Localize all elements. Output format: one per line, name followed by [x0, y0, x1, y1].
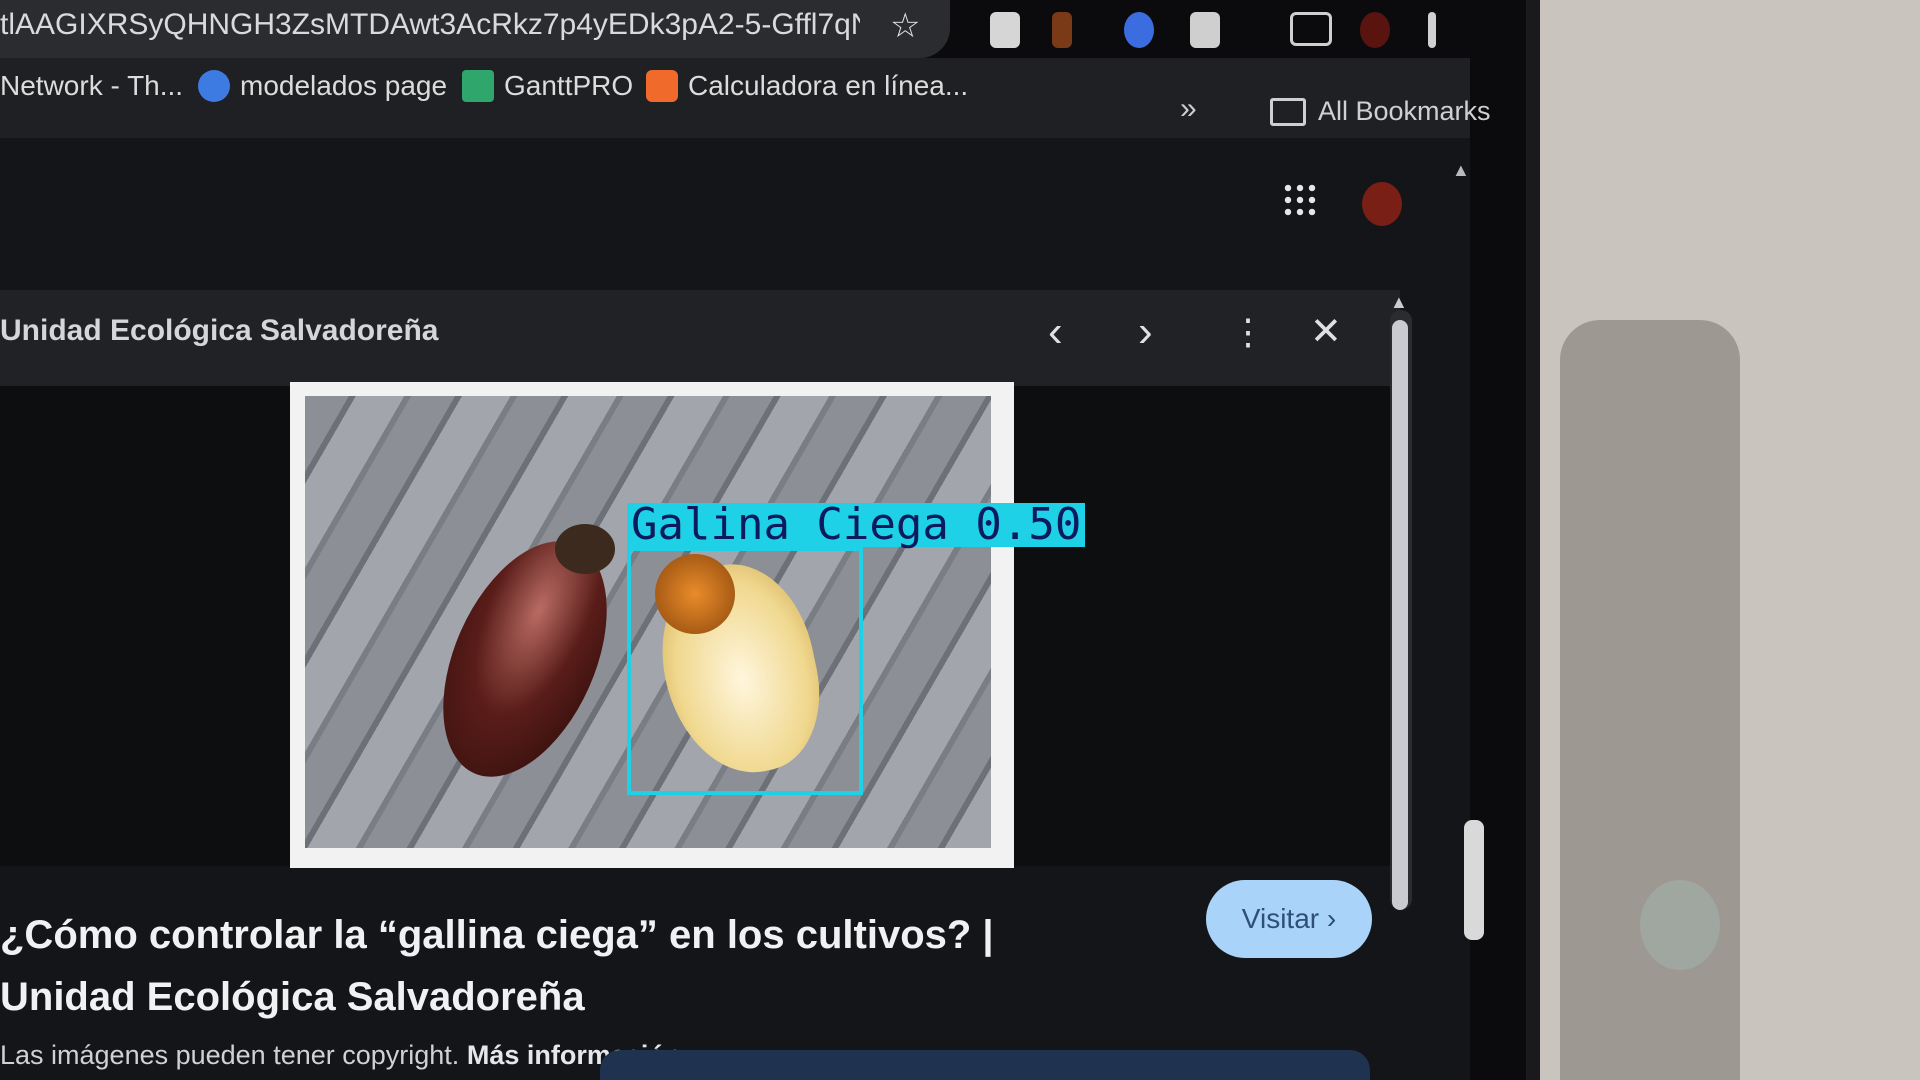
- result-caption[interactable]: ¿Cómo controlar la “gallina ciega” en lo…: [0, 904, 1020, 1028]
- wall-shadow: [1560, 320, 1740, 1080]
- globe-icon: [198, 70, 230, 102]
- ganttpro-icon: [462, 70, 494, 102]
- visit-button[interactable]: Visitar ›: [1206, 880, 1372, 958]
- viewer-scrollbar-thumb[interactable]: [1392, 320, 1408, 910]
- profile-icon[interactable]: [1360, 12, 1390, 48]
- extensions-puzzle-icon[interactable]: [1190, 12, 1220, 48]
- google-apps-icon[interactable]: [1282, 182, 1318, 218]
- calculator-icon: [646, 70, 678, 102]
- close-icon[interactable]: ✕: [1310, 308, 1342, 356]
- page-scrollbar-thumb[interactable]: [1464, 820, 1484, 940]
- wall-reflection: [1640, 880, 1720, 970]
- bookmark-item[interactable]: modelados page: [198, 70, 447, 102]
- copyright-text: Las imágenes pueden tener copyright.: [0, 1040, 460, 1070]
- url-text[interactable]: tlAAGIXRSyQHNGH3ZsMTDAwt3AcRkz7p4yEDk3pA…: [0, 8, 860, 42]
- bookmarks-overflow-icon[interactable]: »: [1180, 92, 1197, 126]
- folder-icon: [1270, 97, 1306, 126]
- detection-label: Galina Ciega 0.50: [627, 503, 1086, 547]
- extension-icon-1[interactable]: [990, 12, 1020, 48]
- next-icon[interactable]: ›: [1138, 308, 1153, 356]
- bottom-panel-edge: [600, 1050, 1370, 1080]
- page-scroll-up-icon[interactable]: ▲: [1452, 160, 1470, 181]
- beetle-head-shape: [555, 524, 615, 574]
- copyright-notice: Las imágenes pueden tener copyright. Más…: [0, 1040, 681, 1071]
- bookmark-label: Network - Th...: [0, 70, 184, 101]
- bookmark-label: Calculadora en línea...: [688, 70, 969, 101]
- extension-icon-2[interactable]: [1052, 12, 1072, 48]
- bookmark-label: modelados page: [240, 70, 448, 101]
- bookmark-star-icon[interactable]: ☆: [890, 6, 920, 46]
- avatar[interactable]: [1362, 182, 1402, 226]
- previous-icon[interactable]: ‹: [1048, 308, 1063, 356]
- chrome-menu-icon[interactable]: [1428, 12, 1436, 48]
- detection-bounding-box: [627, 547, 863, 795]
- bookmark-item[interactable]: GanttPRO: [462, 70, 633, 102]
- address-bar[interactable]: tlAAGIXRSyQHNGH3ZsMTDAwt3AcRkz7p4yEDk3pA…: [0, 0, 950, 58]
- source-title[interactable]: Unidad Ecológica Salvadoreña: [0, 314, 438, 348]
- extension-icon-3[interactable]: [1124, 12, 1154, 48]
- more-options-icon[interactable]: ⋮: [1230, 308, 1266, 356]
- all-bookmarks-button[interactable]: All Bookmarks: [1270, 96, 1491, 127]
- bookmark-label: GanttPRO: [504, 70, 634, 101]
- all-bookmarks-label: All Bookmarks: [1318, 96, 1491, 126]
- bookmark-item[interactable]: Network - Th...: [0, 70, 183, 102]
- bookmark-item[interactable]: Calculadora en línea...: [646, 70, 968, 102]
- cast-icon[interactable]: [1290, 12, 1332, 46]
